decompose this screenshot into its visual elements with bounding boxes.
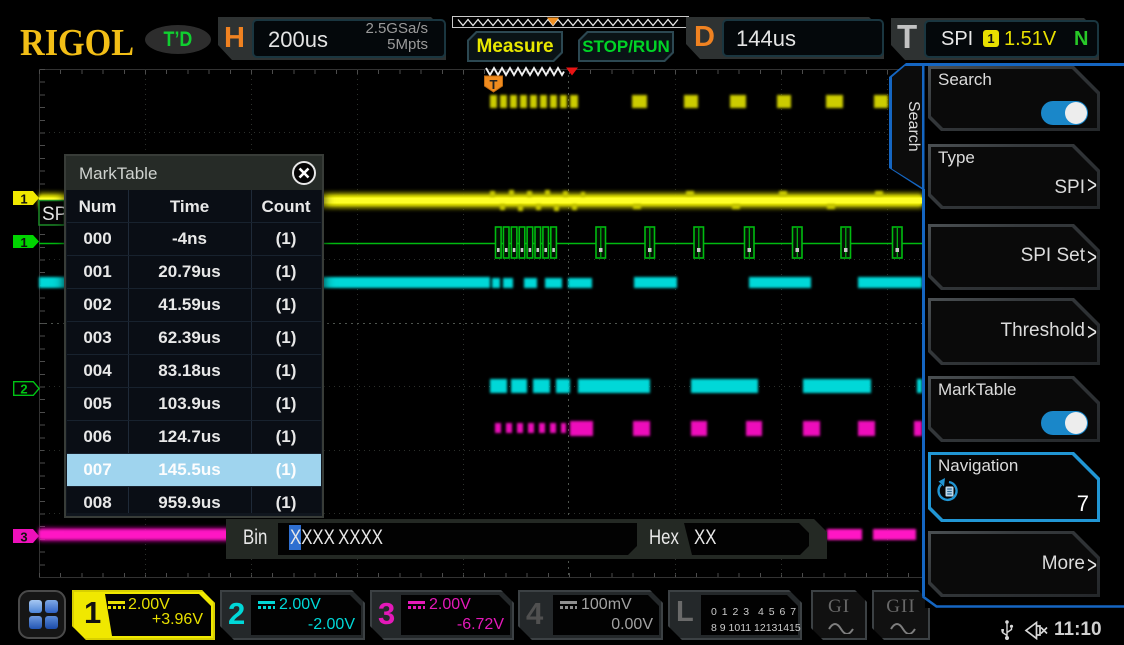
svg-text:2: 2 bbox=[20, 382, 27, 397]
svg-text:1: 1 bbox=[20, 192, 27, 207]
svg-text:T: T bbox=[490, 77, 498, 92]
svg-text:3: 3 bbox=[20, 530, 27, 545]
svg-text:1: 1 bbox=[20, 235, 27, 250]
